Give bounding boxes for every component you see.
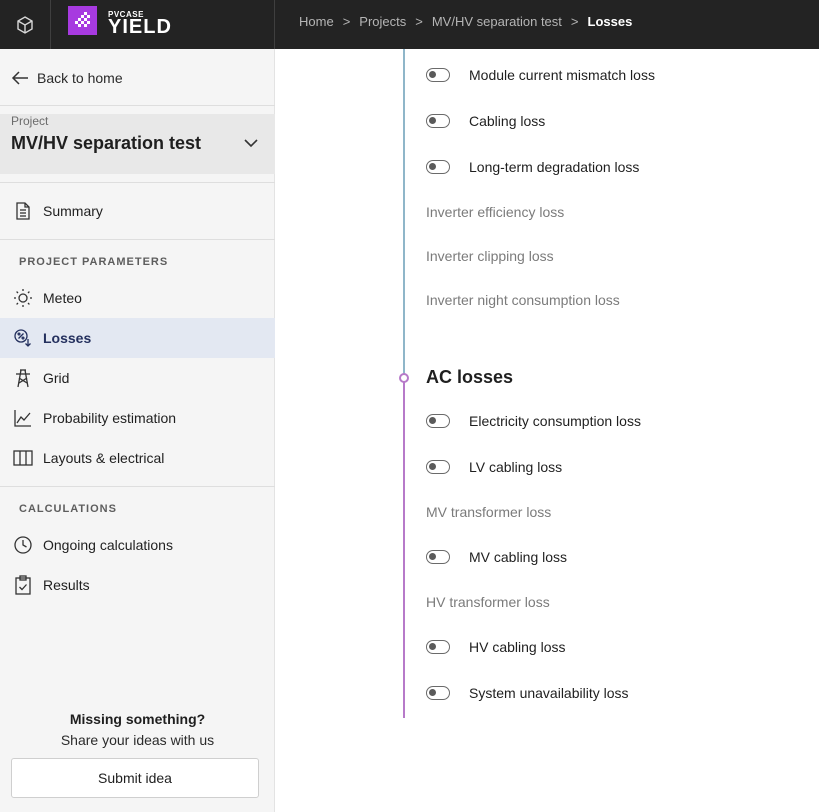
sidebar-item-label: Results bbox=[43, 577, 90, 593]
project-label: Project bbox=[11, 114, 49, 128]
loss-row-cabling: Cabling loss bbox=[426, 110, 545, 132]
project-selector[interactable]: Project MV/HV separation test bbox=[0, 114, 275, 174]
loss-label: Long-term degradation loss bbox=[469, 159, 640, 175]
divider bbox=[0, 182, 275, 183]
sidebar-item-results[interactable]: Results bbox=[0, 565, 275, 605]
loss-label-inverter-efficiency: Inverter efficiency loss bbox=[426, 204, 565, 220]
sidebar-item-summary[interactable]: Summary bbox=[0, 191, 275, 231]
loss-row-long-term-degradation: Long-term degradation loss bbox=[426, 156, 639, 178]
clipboard-check-icon bbox=[13, 575, 33, 595]
feedback-title: Missing something? bbox=[69, 711, 206, 727]
breadcrumb-projects[interactable]: Projects bbox=[359, 14, 406, 29]
top-bar: PVCASE YIELD Home > Projects > MV/HV sep… bbox=[0, 0, 819, 49]
cube-icon bbox=[17, 15, 33, 34]
loss-label-inverter-clipping: Inverter clipping loss bbox=[426, 248, 554, 264]
section-title-calculations: CALCULATIONS bbox=[19, 503, 117, 515]
ac-losses-heading: AC losses bbox=[426, 367, 514, 387]
breadcrumb-home[interactable]: Home bbox=[299, 14, 334, 29]
loss-row-mv-cabling: MV cabling loss bbox=[426, 546, 567, 568]
document-icon bbox=[13, 201, 33, 221]
ac-timeline bbox=[403, 379, 405, 718]
loss-row-electricity-consumption: Electricity consumption loss bbox=[426, 410, 641, 432]
breadcrumb-separator: > bbox=[342, 14, 351, 29]
breadcrumb-separator: > bbox=[415, 14, 423, 29]
breadcrumb-project[interactable]: MV/HV separation test bbox=[432, 14, 562, 29]
sidebar-item-label: Layouts & electrical bbox=[43, 450, 165, 466]
divider bbox=[0, 486, 275, 487]
divider bbox=[0, 105, 275, 106]
sidebar-item-losses[interactable]: Losses bbox=[0, 318, 275, 358]
sidebar-item-label: Losses bbox=[43, 330, 92, 346]
toggle-switch[interactable] bbox=[426, 640, 450, 654]
breadcrumb: Home > Projects > MV/HV separation test … bbox=[299, 14, 632, 29]
loss-label: HV cabling loss bbox=[469, 639, 566, 655]
toggle-switch[interactable] bbox=[426, 414, 450, 428]
toggle-switch[interactable] bbox=[426, 68, 450, 82]
toggle-switch[interactable] bbox=[426, 160, 450, 174]
feedback-subtitle: Share your ideas with us bbox=[60, 732, 215, 748]
columns-icon bbox=[13, 448, 33, 468]
loss-label: Electricity consumption loss bbox=[469, 413, 641, 429]
dc-timeline bbox=[403, 49, 405, 375]
sidebar-item-label: Summary bbox=[43, 203, 103, 219]
arrow-left-icon bbox=[11, 71, 28, 85]
loss-label: MV cabling loss bbox=[469, 549, 568, 565]
loss-label: LV cabling loss bbox=[469, 459, 563, 475]
sidebar-item-label: Ongoing calculations bbox=[43, 537, 173, 553]
sidebar-item-meteo[interactable]: Meteo bbox=[0, 278, 275, 318]
sidebar-item-label: Meteo bbox=[43, 290, 82, 306]
sidebar-item-probability-estimation[interactable]: Probability estimation bbox=[0, 398, 275, 438]
loss-row-lv-cabling: LV cabling loss bbox=[426, 456, 562, 478]
back-label: Back to home bbox=[37, 70, 123, 86]
sidebar-item-layouts-electrical[interactable]: Layouts & electrical bbox=[0, 438, 275, 478]
logo-big-text: YIELD bbox=[108, 16, 172, 38]
losses-icon bbox=[13, 328, 33, 348]
sidebar-item-label: Grid bbox=[43, 370, 70, 386]
submit-idea-button[interactable]: Submit idea bbox=[11, 758, 259, 798]
brand-logo[interactable]: PVCASE YIELD bbox=[52, 0, 275, 49]
back-to-home-link[interactable]: Back to home bbox=[11, 67, 123, 89]
loss-label: Module current mismatch loss bbox=[469, 67, 655, 83]
breadcrumb-separator: > bbox=[570, 14, 579, 29]
line-chart-icon bbox=[13, 408, 33, 428]
toggle-switch[interactable] bbox=[426, 460, 450, 474]
loss-row-hv-cabling: HV cabling loss bbox=[426, 636, 566, 658]
sidebar-item-ongoing-calculations[interactable]: Ongoing calculations bbox=[0, 525, 275, 565]
sidebar: Back to home Project MV/HV separation te… bbox=[0, 49, 275, 812]
logo-mark-icon bbox=[68, 6, 97, 35]
breadcrumb-current: Losses bbox=[587, 14, 633, 29]
divider bbox=[0, 239, 275, 240]
toggle-switch[interactable] bbox=[426, 550, 450, 564]
toggle-switch[interactable] bbox=[426, 686, 450, 700]
sun-icon bbox=[13, 288, 33, 308]
sidebar-item-label: Probability estimation bbox=[43, 410, 177, 426]
project-name: MV/HV separation test bbox=[11, 133, 202, 153]
loss-label-mv-transformer: MV transformer loss bbox=[426, 504, 552, 520]
sidebar-item-grid[interactable]: Grid bbox=[0, 358, 275, 398]
pylon-icon bbox=[13, 368, 33, 388]
loss-label-hv-transformer: HV transformer loss bbox=[426, 594, 550, 610]
loss-row-module-current-mismatch: Module current mismatch loss bbox=[426, 64, 655, 86]
loss-label: System unavailability loss bbox=[469, 685, 629, 701]
apps-button[interactable] bbox=[0, 0, 51, 49]
chevron-down-icon bbox=[244, 139, 258, 148]
loss-label-inverter-night-consumption: Inverter night consumption loss bbox=[426, 292, 620, 308]
clock-icon bbox=[13, 535, 33, 555]
section-title-project-parameters: PROJECT PARAMETERS bbox=[19, 256, 169, 268]
loss-label: Cabling loss bbox=[469, 113, 546, 129]
losses-content: Module current mismatch loss Cabling los… bbox=[276, 49, 819, 812]
loss-row-system-unavailability: System unavailability loss bbox=[426, 682, 629, 704]
toggle-switch[interactable] bbox=[426, 114, 450, 128]
ac-timeline-marker bbox=[399, 373, 409, 383]
